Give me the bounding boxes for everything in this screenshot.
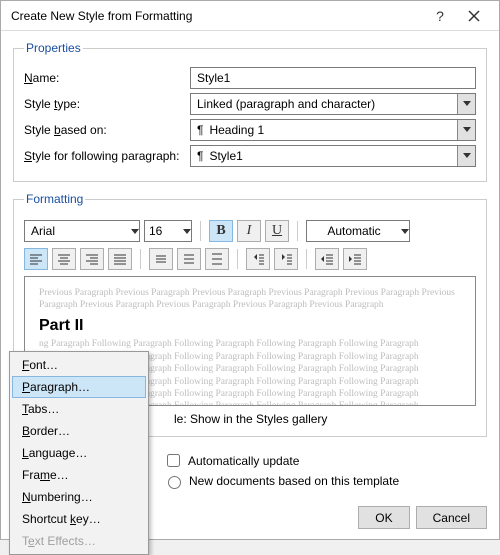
menu-paragraph[interactable]: Paragraph… xyxy=(12,376,146,398)
chevron-down-icon[interactable] xyxy=(131,224,139,238)
menu-language[interactable]: Language… xyxy=(12,442,146,464)
preview-heading: Part II xyxy=(39,316,461,337)
window-title: Create New Style from Formatting xyxy=(11,9,423,23)
underline-button[interactable]: U xyxy=(265,220,289,242)
pilcrow-icon: ¶ xyxy=(197,149,203,163)
para-space-dec-button[interactable] xyxy=(274,248,298,270)
titlebar: Create New Style from Formatting ? xyxy=(1,1,499,31)
line-spacing-2-button[interactable] xyxy=(205,248,229,270)
chevron-down-icon[interactable] xyxy=(457,94,475,114)
close-button[interactable] xyxy=(457,4,491,28)
based-on-combo[interactable]: ¶Heading 1 xyxy=(190,119,476,141)
font-color-combo[interactable]: Automatic xyxy=(306,220,410,242)
font-combo[interactable]: Arial xyxy=(24,220,140,242)
bold-button[interactable]: B xyxy=(209,220,233,242)
menu-border[interactable]: Border… xyxy=(12,420,146,442)
cancel-button[interactable]: Cancel xyxy=(416,506,487,529)
menu-shortcut[interactable]: Shortcut key… xyxy=(12,508,146,530)
template-radio[interactable]: New documents based on this template xyxy=(163,473,487,489)
align-center-button[interactable] xyxy=(52,248,76,270)
ok-button[interactable]: OK xyxy=(358,506,409,529)
chevron-down-icon[interactable] xyxy=(401,224,409,238)
style-type-label: Style type: xyxy=(24,97,184,111)
menu-font[interactable]: Font… xyxy=(12,354,146,376)
menu-frame[interactable]: Frame… xyxy=(12,464,146,486)
chevron-down-icon[interactable] xyxy=(183,224,191,238)
based-on-label: Style based on: xyxy=(24,123,184,137)
italic-button[interactable]: I xyxy=(237,220,261,242)
create-style-dialog: Create New Style from Formatting ? Prope… xyxy=(0,0,500,540)
name-label: Name: xyxy=(24,71,184,85)
preview-previous: Previous Paragraph Previous Paragraph Pr… xyxy=(39,287,461,312)
indent-dec-button[interactable] xyxy=(315,248,339,270)
menu-text-effects: Text Effects… xyxy=(12,530,146,552)
align-justify-button[interactable] xyxy=(108,248,132,270)
line-spacing-1-button[interactable] xyxy=(149,248,173,270)
size-combo[interactable]: 16 xyxy=(144,220,192,242)
line-spacing-15-button[interactable] xyxy=(177,248,201,270)
pilcrow-icon: ¶ xyxy=(197,123,203,137)
name-input[interactable] xyxy=(190,67,476,89)
indent-inc-button[interactable] xyxy=(343,248,367,270)
auto-update-checkbox[interactable]: Automatically update xyxy=(163,451,487,470)
chevron-down-icon[interactable] xyxy=(457,146,475,166)
following-label: Style for following paragraph: xyxy=(24,149,184,163)
menu-numbering[interactable]: Numbering… xyxy=(12,486,146,508)
properties-legend: Properties xyxy=(24,41,83,55)
dialog-body: Properties Name: Style type: Linked (par… xyxy=(1,31,499,502)
menu-tabs[interactable]: Tabs… xyxy=(12,398,146,420)
properties-group: Properties Name: Style type: Linked (par… xyxy=(13,41,487,182)
align-right-button[interactable] xyxy=(80,248,104,270)
align-left-button[interactable] xyxy=(24,248,48,270)
following-combo[interactable]: ¶Style1 xyxy=(190,145,476,167)
chevron-down-icon[interactable] xyxy=(457,120,475,140)
format-menu: Font… Paragraph… Tabs… Border… Language…… xyxy=(9,351,149,555)
formatting-legend: Formatting xyxy=(24,192,85,206)
help-button[interactable]: ? xyxy=(423,4,457,28)
style-type-combo[interactable]: Linked (paragraph and character) xyxy=(190,93,476,115)
para-space-inc-button[interactable] xyxy=(246,248,270,270)
